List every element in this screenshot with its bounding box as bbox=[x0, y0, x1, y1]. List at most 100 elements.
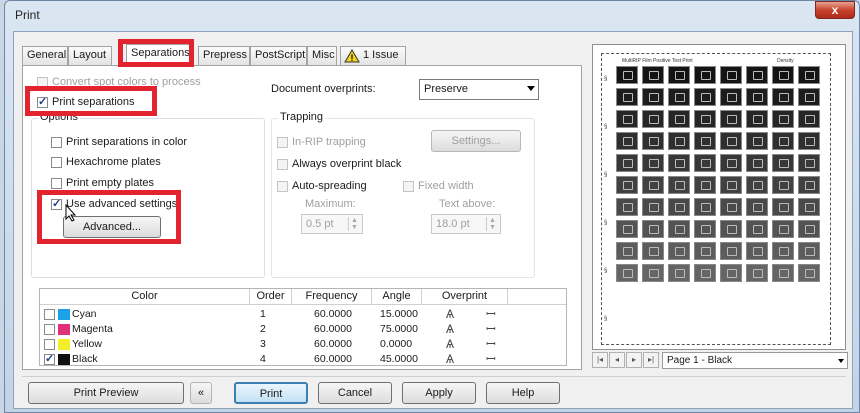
print-preview-pane[interactable]: MultiRIP Film Positive Test Print Densit… bbox=[592, 44, 846, 350]
density-patch bbox=[616, 132, 638, 150]
overprint-text-icon[interactable]: ꟷ bbox=[486, 307, 496, 321]
tab-general[interactable]: General bbox=[22, 46, 68, 65]
trapping-settings-button[interactable]: Settings... bbox=[431, 130, 521, 152]
density-patch bbox=[798, 198, 820, 216]
overprint-graphics-icon[interactable]: Ѧ bbox=[446, 337, 454, 351]
row-checkbox[interactable] bbox=[44, 309, 55, 320]
density-patch bbox=[798, 264, 820, 282]
fixed-width-label: Fixed width bbox=[418, 180, 474, 192]
column-header-frequency[interactable]: Frequency bbox=[292, 289, 372, 305]
row-checkbox[interactable] bbox=[44, 324, 55, 335]
text-above-spinbox[interactable]: 18.0 pt ▲ ▼ bbox=[431, 214, 501, 234]
density-patch bbox=[694, 154, 716, 172]
tab-misc[interactable]: Misc bbox=[307, 46, 337, 65]
color-angle: 45.0000 bbox=[380, 353, 418, 365]
density-patch bbox=[720, 110, 742, 128]
density-patch bbox=[668, 88, 690, 106]
color-frequency: 60.0000 bbox=[314, 323, 352, 335]
color-angle: 15.0000 bbox=[380, 308, 418, 320]
density-patch bbox=[642, 176, 664, 194]
density-patch bbox=[720, 132, 742, 150]
density-patch bbox=[720, 242, 742, 260]
color-name: Black bbox=[72, 353, 98, 365]
density-patch bbox=[798, 110, 820, 128]
overprint-text-icon[interactable]: ꟷ bbox=[486, 337, 496, 351]
print-empty-checkbox[interactable]: Print empty plates bbox=[51, 177, 154, 189]
color-order: 1 bbox=[260, 308, 266, 320]
fixed-width-checkbox[interactable]: Fixed width bbox=[403, 180, 474, 192]
svg-text:!: ! bbox=[351, 53, 354, 63]
row-checkbox[interactable] bbox=[44, 352, 55, 365]
density-patch bbox=[746, 176, 768, 194]
density-patch bbox=[772, 110, 794, 128]
document-overprints-label: Document overprints: bbox=[271, 83, 376, 95]
warning-icon: ! bbox=[344, 49, 360, 63]
help-button[interactable]: Help bbox=[486, 382, 560, 404]
first-page-icon[interactable]: |◂ bbox=[592, 352, 608, 368]
print-preview-button[interactable]: Print Preview bbox=[28, 382, 184, 404]
density-patch bbox=[772, 176, 794, 194]
color-name: Cyan bbox=[72, 308, 97, 320]
page-select[interactable]: Page 1 - Black bbox=[662, 352, 848, 369]
close-button[interactable]: x bbox=[815, 1, 855, 19]
crop-mark-icon: § bbox=[604, 172, 608, 178]
print-button[interactable]: Print bbox=[234, 382, 308, 404]
always-overprint-black-checkbox[interactable]: Always overprint black bbox=[277, 158, 401, 170]
density-patch bbox=[746, 110, 768, 128]
in-rip-trapping-checkbox[interactable]: In-RIP trapping bbox=[277, 136, 366, 148]
color-frequency: 60.0000 bbox=[314, 308, 352, 320]
tab-issues[interactable]: ! 1 Issue bbox=[340, 46, 406, 65]
density-patch bbox=[694, 242, 716, 260]
table-row[interactable]: Black 4 60.0000 45.0000 Ѧ ꟷ bbox=[40, 352, 566, 366]
cancel-button[interactable]: Cancel bbox=[318, 382, 392, 404]
density-patch bbox=[668, 66, 690, 84]
overprint-graphics-icon[interactable]: Ѧ bbox=[446, 322, 454, 336]
table-row[interactable]: Magenta 2 60.0000 75.0000 Ѧ ꟷ bbox=[40, 322, 566, 336]
collapse-preview-button[interactable]: « bbox=[190, 382, 212, 404]
density-patch bbox=[772, 154, 794, 172]
row-checkbox[interactable] bbox=[44, 339, 55, 350]
document-overprints-select[interactable]: Preserve bbox=[419, 79, 539, 100]
convert-spot-checkbox[interactable]: Convert spot colors to process bbox=[37, 76, 201, 88]
density-patch bbox=[720, 176, 742, 194]
advanced-button[interactable]: Advanced... bbox=[63, 216, 161, 238]
apply-button[interactable]: Apply bbox=[402, 382, 476, 404]
column-header-color[interactable]: Color bbox=[40, 289, 250, 305]
overprint-graphics-icon[interactable]: Ѧ bbox=[446, 352, 454, 366]
density-patch bbox=[772, 264, 794, 282]
tab-postscript[interactable]: PostScript bbox=[250, 46, 307, 65]
overprint-text-icon[interactable]: ꟷ bbox=[486, 352, 496, 366]
density-patch bbox=[720, 264, 742, 282]
checkbox-box bbox=[51, 136, 62, 148]
tab-separations[interactable]: Separations bbox=[126, 44, 190, 66]
crop-mark-icon: § bbox=[604, 220, 608, 226]
hexachrome-checkbox[interactable]: Hexachrome plates bbox=[51, 156, 161, 168]
column-header-overprint[interactable]: Overprint bbox=[422, 289, 508, 305]
color-order: 4 bbox=[260, 353, 266, 365]
column-header-order[interactable]: Order bbox=[250, 289, 292, 305]
spin-arrows-icon: ▲ ▼ bbox=[486, 217, 498, 231]
auto-spreading-checkbox[interactable]: Auto-spreading bbox=[277, 180, 367, 192]
column-header-angle[interactable]: Angle bbox=[372, 289, 422, 305]
color-order: 3 bbox=[260, 338, 266, 350]
overprint-text-icon[interactable]: ꟷ bbox=[486, 322, 496, 336]
tab-prepress[interactable]: Prepress bbox=[198, 46, 250, 65]
double-chevron-left-icon: « bbox=[197, 387, 205, 399]
overprint-graphics-icon[interactable]: Ѧ bbox=[446, 307, 454, 321]
checkbox-box bbox=[51, 197, 62, 210]
page-select-value: Page 1 - Black bbox=[667, 355, 733, 366]
density-patch bbox=[642, 242, 664, 260]
next-page-icon[interactable]: ▸ bbox=[626, 352, 642, 368]
print-in-color-checkbox[interactable]: Print separations in color bbox=[51, 136, 187, 148]
color-name: Magenta bbox=[72, 323, 113, 335]
separations-table[interactable]: Color Order Frequency Angle Overprint Cy… bbox=[39, 288, 567, 366]
density-patch bbox=[798, 154, 820, 172]
print-separations-checkbox[interactable]: Print separations bbox=[37, 95, 135, 108]
maximum-spinbox[interactable]: 0.5 pt ▲ ▼ bbox=[301, 214, 363, 234]
density-patch bbox=[616, 66, 638, 84]
last-page-icon[interactable]: ▸| bbox=[643, 352, 659, 368]
table-row[interactable]: Yellow 3 60.0000 0.0000 Ѧ ꟷ bbox=[40, 337, 566, 351]
table-row[interactable]: Cyan 1 60.0000 15.0000 Ѧ ꟷ bbox=[40, 307, 566, 321]
tab-layout[interactable]: Layout bbox=[68, 46, 112, 65]
previous-page-icon[interactable]: ◂ bbox=[609, 352, 625, 368]
